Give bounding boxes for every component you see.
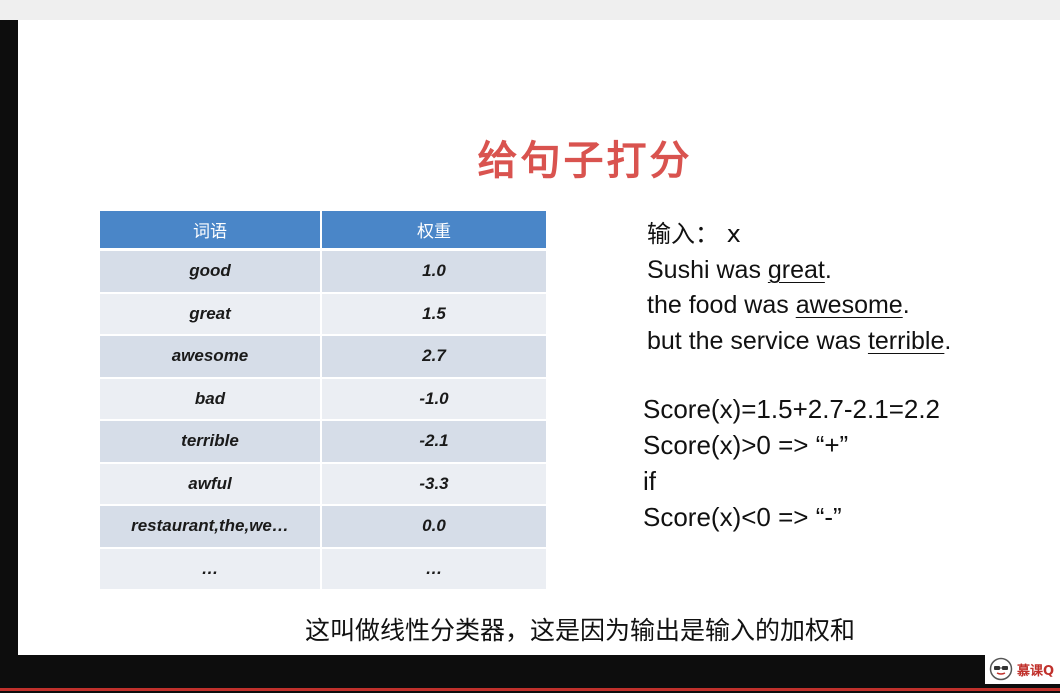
weight-cell: 0.0 [322, 506, 546, 549]
table-row: terrible -2.1 [100, 421, 546, 464]
word-cell: awful [100, 463, 322, 506]
word-cell: terrible [100, 421, 322, 464]
table-row: bad -1.0 [100, 378, 546, 421]
word-cell: great [100, 293, 322, 336]
weight-cell: -2.1 [322, 421, 546, 464]
logo-text: 慕课Q [1017, 663, 1055, 679]
header-weight: 权重 [322, 211, 546, 251]
sentence-text: . [944, 327, 952, 355]
input-label: 输入： x [647, 220, 741, 248]
word-cell: bad [100, 378, 322, 421]
score-formula: Score(x)=1.5+2.7-2.1=2.2 [643, 394, 941, 424]
word-weight-table: 词语 权重 good 1.0 great 1.5 awesome 2.7 bad… [100, 211, 546, 591]
subtitle-caption: 这叫做线性分类器，这是因为输出是输入的加权和 [304, 616, 855, 645]
word-cell: restaurant,the,we… [100, 506, 322, 549]
sentence-line-2: the food was awesome. [647, 291, 910, 320]
sentence-text: but the service was [647, 327, 868, 355]
table-row: awful -3.3 [100, 463, 546, 506]
table-header-row: 词语 权重 [100, 211, 546, 251]
weight-cell: 2.7 [322, 336, 546, 379]
highlighted-word: terrible [867, 327, 945, 355]
sentence-line-1: Sushi was great. [647, 256, 832, 285]
table-row: great 1.5 [100, 293, 546, 336]
header-word: 词语 [100, 211, 322, 251]
slide-title: 给句子打分 [477, 138, 693, 184]
table-row: restaurant,the,we… 0.0 [100, 506, 546, 549]
weight-cell: … [322, 548, 546, 591]
score-if: if [643, 466, 656, 496]
sentence-text: Sushi was [647, 256, 768, 284]
sentence-line-3: but the service was terrible. [647, 327, 951, 356]
top-bar [0, 0, 1060, 20]
table-row: awesome 2.7 [100, 336, 546, 379]
weight-cell: -1.0 [322, 378, 546, 421]
word-cell: awesome [100, 336, 322, 379]
table-row: … … [100, 548, 546, 591]
table-row: good 1.0 [100, 251, 546, 294]
sentence-text: . [824, 256, 832, 284]
mooc-logo: 慕课Q [985, 654, 1060, 684]
progress-line [0, 688, 1060, 691]
mooc-logo-icon [989, 657, 1013, 681]
weight-cell: 1.5 [322, 293, 546, 336]
sentence-text: . [902, 291, 910, 319]
highlighted-word: awesome [795, 291, 903, 319]
score-negative-rule: Score(x)<0 => “-” [643, 502, 842, 532]
sentence-text: the food was [647, 291, 796, 319]
word-cell: good [100, 251, 322, 294]
weight-cell: 1.0 [322, 251, 546, 294]
highlighted-word: great [767, 256, 825, 284]
weight-cell: -3.3 [322, 463, 546, 506]
word-cell: … [100, 548, 322, 591]
score-positive-rule: Score(x)>0 => “+” [643, 430, 849, 460]
